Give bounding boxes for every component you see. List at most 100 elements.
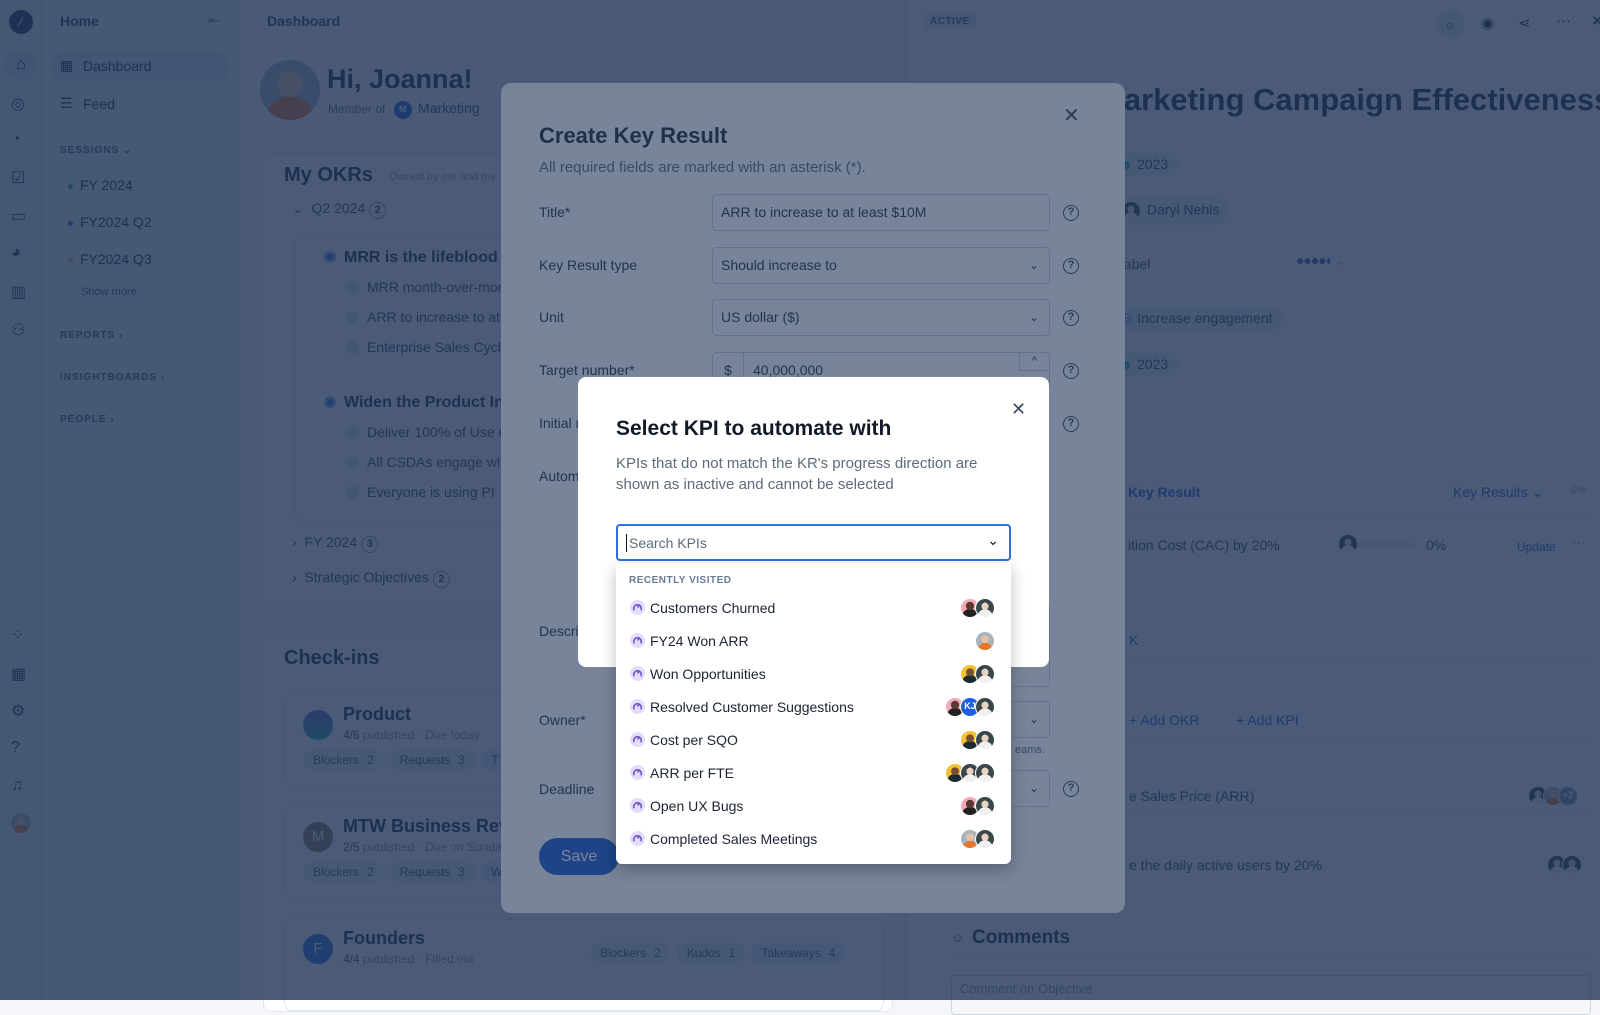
confidence-indicator[interactable]: ●●●●◐ ⌄ <box>1296 252 1345 268</box>
insightboards-section[interactable]: INSIGHTBOARDS › <box>60 372 165 383</box>
add-kpi-button[interactable]: + Add KPI <box>1236 712 1299 728</box>
kr-type-select[interactable]: Should increase to ⌄ <box>712 247 1050 284</box>
checkin-tag[interactable]: Blockers 2 <box>590 943 671 963</box>
title-input[interactable]: ARR to increase to at least $10M <box>712 194 1050 231</box>
checkin-avatar <box>303 710 333 740</box>
group-fy-2024[interactable]: › FY 2024 3 <box>292 534 379 553</box>
help-icon[interactable]: ? <box>1063 310 1079 326</box>
key-results-dropdown[interactable]: Key Results ⌄ <box>1453 484 1543 501</box>
kpi-link[interactable]: K <box>1129 632 1138 648</box>
help-icon[interactable]: ? <box>1063 416 1079 432</box>
add-widget-icon[interactable]: ▦ <box>11 664 31 684</box>
close-icon[interactable]: ✕ <box>1591 12 1600 30</box>
show-more-link[interactable]: Show more <box>81 286 137 298</box>
divider <box>1096 515 1591 516</box>
checkin-tag[interactable]: Requests 3 <box>389 750 476 770</box>
kpi-name: Open UX Bugs <box>650 798 744 814</box>
more-icon[interactable]: ⋯ <box>1556 12 1571 30</box>
key-result-item[interactable]: MRR month-over-month <box>346 279 517 295</box>
search-kpis-input[interactable]: Search KPIs ⌄ <box>616 524 1011 561</box>
team-link[interactable]: Marketing <box>418 100 479 116</box>
kpi-option[interactable]: Won Opportunities <box>616 658 1011 691</box>
aligned-item-title[interactable]: e Sales Price (ARR) <box>1129 788 1254 804</box>
gauge-icon[interactable]: ◔ <box>11 131 31 151</box>
sidebar-item-feed[interactable]: ☰ Feed <box>50 89 230 119</box>
target-icon[interactable]: ◎ <box>11 94 31 114</box>
add-key-result-link[interactable]: Key Result <box>1128 484 1200 500</box>
gear-icon[interactable]: ⚙ <box>11 701 31 721</box>
sun-icon[interactable]: ☼ <box>1436 10 1464 38</box>
kr-row-title[interactable]: ition Cost (CAC) by 20% <box>1128 537 1280 553</box>
group-strategic-objectives[interactable]: › Strategic Objectives 2 <box>292 569 450 588</box>
people-section[interactable]: PEOPLE › <box>60 414 115 425</box>
save-button[interactable]: Save <box>539 838 619 875</box>
parent-objective-pill[interactable]: ◎ Increase engagement <box>1111 306 1283 331</box>
icon-rail: ⁄ ⌂ ◎ ◔ ☑ ▭ ◕ ▥ ⚇ ⁘ ▦ ⚙ ? ♫ <box>0 0 42 1000</box>
owner-avatar <box>975 664 995 684</box>
sidebar-session-item[interactable]: FY 2024 <box>68 177 133 193</box>
eye-icon[interactable]: ◉ <box>1481 14 1494 32</box>
checkin-tag[interactable]: Blockers 2 <box>303 750 384 770</box>
key-result-item[interactable]: Deliver 100% of Use Cas <box>346 424 523 440</box>
group-q2-2024[interactable]: ⌄ Q2 2024 2 <box>292 200 387 219</box>
objective-item[interactable]: Widen the Product Intel <box>324 394 523 412</box>
kpi-option[interactable]: Customers Churned <box>616 592 1011 625</box>
reports-section[interactable]: REPORTS › <box>60 330 123 341</box>
help-icon[interactable]: ? <box>1063 205 1079 221</box>
sidebar-session-item[interactable]: FY2024 Q3 <box>68 251 152 267</box>
kpi-option[interactable]: ARR per FTE <box>616 757 1011 790</box>
close-icon[interactable]: ✕ <box>1063 103 1080 128</box>
checkin-tag[interactable]: Blockers 2 <box>303 862 384 882</box>
key-result-item[interactable]: Enterprise Sales Cycle < <box>346 339 521 355</box>
kpi-option[interactable]: Open UX Bugs <box>616 790 1011 823</box>
bar-chart-icon[interactable]: ▥ <box>11 282 31 302</box>
kpi-option[interactable]: Completed Sales Meetings <box>616 823 1011 856</box>
bell-icon[interactable]: ♫ <box>11 777 31 797</box>
update-button[interactable]: Update <box>1517 540 1556 554</box>
kpi-option[interactable]: Resolved Customer Suggestions KJ <box>616 691 1011 724</box>
key-result-item[interactable]: Everyone is using PI <box>346 484 495 500</box>
screen-icon[interactable]: ▭ <box>11 206 31 226</box>
people-icon[interactable]: ⚇ <box>11 320 31 340</box>
kr-progress-total: 0% <box>1571 484 1587 496</box>
comment-input[interactable]: Comment on Objective <box>951 975 1591 1015</box>
home-icon[interactable]: ⌂ <box>5 50 37 80</box>
owner-pill[interactable]: Daryl Nehls <box>1111 197 1230 225</box>
divider <box>1096 741 1591 742</box>
sessions-section[interactable]: SESSIONS ⌄ <box>60 145 132 156</box>
kpi-owners <box>975 631 995 651</box>
help-icon[interactable]: ? <box>1063 363 1079 379</box>
stepper-up-icon[interactable]: ^ <box>1019 353 1049 371</box>
checkin-tag[interactable]: Kudos 1 <box>676 943 746 963</box>
dialog-description: KPIs that do not match the KR's progress… <box>616 455 978 493</box>
help-icon[interactable]: ? <box>1063 781 1079 797</box>
checkin-tag[interactable]: Requests 3 <box>389 862 476 882</box>
sidebar-item-dashboard[interactable]: ▦ Dashboard <box>50 51 230 81</box>
checkbox-icon[interactable]: ☑ <box>11 168 31 188</box>
kpi-option[interactable]: FY24 Won ARR <box>616 625 1011 658</box>
unit-select[interactable]: US dollar ($) ⌄ <box>712 299 1050 336</box>
help-icon[interactable]: ? <box>11 739 31 759</box>
apps-grid-icon[interactable]: ⁘ <box>11 625 31 645</box>
chevron-down-icon[interactable]: ⌄ <box>987 532 999 549</box>
close-icon[interactable]: ✕ <box>1011 399 1026 420</box>
chevron-down-icon: ⌄ <box>1028 781 1039 795</box>
title-label: Title* <box>539 204 571 220</box>
owner-hint: eams. <box>1015 744 1045 756</box>
checkin-tag[interactable]: Takeaways 4 <box>751 943 846 963</box>
collapse-sidebar-icon[interactable]: ⇤ <box>208 12 220 29</box>
user-avatar[interactable] <box>10 812 32 834</box>
kpi-option[interactable]: Cost per SQO <box>616 724 1011 757</box>
aligned-item-title[interactable]: e the daily active users by 20% <box>1129 857 1322 873</box>
deadline-label: Deadline <box>539 781 595 797</box>
key-result-icon <box>346 456 359 469</box>
share-icon[interactable]: ⋖ <box>1518 14 1531 32</box>
logo-icon[interactable]: ⁄ <box>9 10 33 34</box>
add-okr-button[interactable]: + Add OKR <box>1129 712 1199 728</box>
pie-chart-icon[interactable]: ◕ <box>11 244 31 264</box>
checkin-item[interactable]: F Founders 4/4 published · Filled out Bl… <box>284 919 884 1011</box>
kr-more-icon[interactable]: ⋯ <box>1572 534 1586 551</box>
kpi-gauge-icon <box>630 732 645 747</box>
help-icon[interactable]: ? <box>1063 258 1079 274</box>
sidebar-session-item[interactable]: FY2024 Q2 <box>68 214 152 230</box>
